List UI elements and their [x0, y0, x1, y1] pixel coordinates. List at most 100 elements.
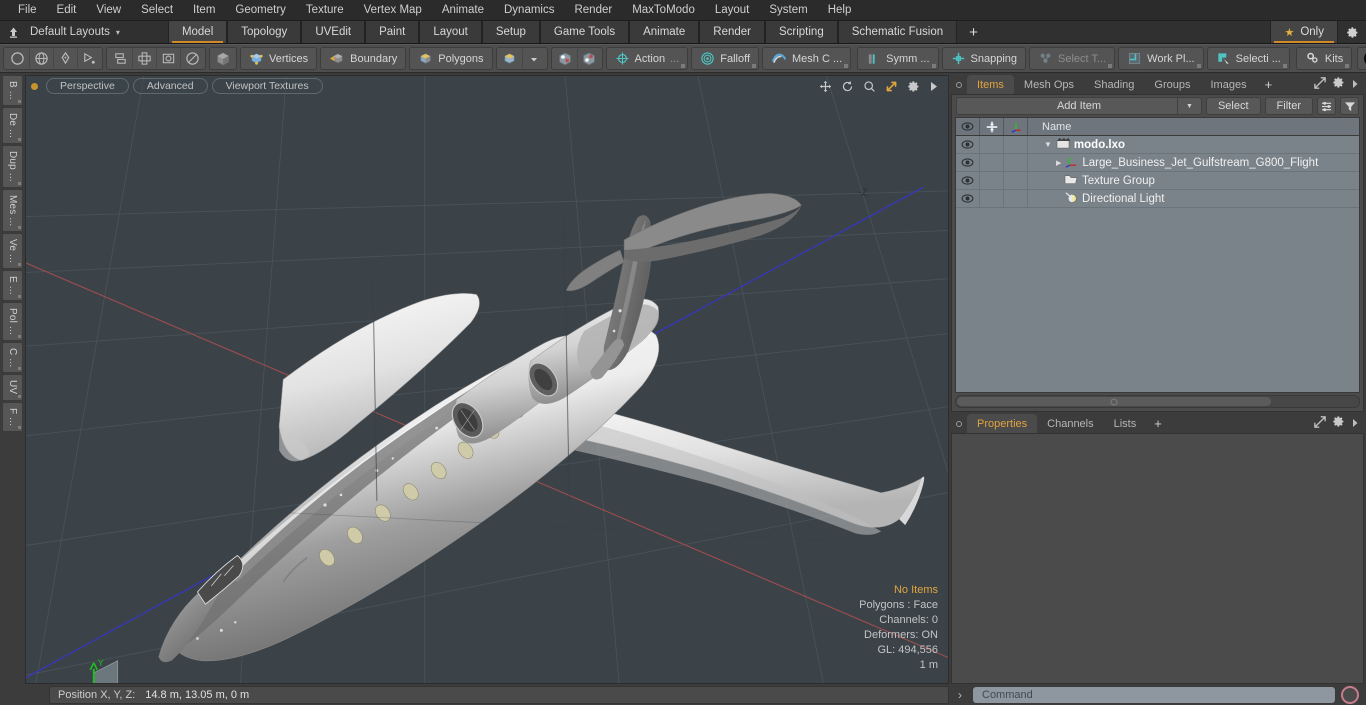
command-input[interactable]: Command: [972, 686, 1336, 704]
circle-icon[interactable]: [5, 48, 29, 69]
modo-logo-icon[interactable]: [1359, 48, 1366, 69]
menu-item-file[interactable]: File: [8, 0, 47, 21]
rotate-icon[interactable]: [841, 80, 854, 93]
layout-tab-uvedit[interactable]: UVEdit: [301, 21, 366, 43]
add-properties-tab-button[interactable]: +: [1146, 414, 1170, 433]
tree-expander-icon[interactable]: ▼: [1044, 140, 1052, 149]
layout-tab-render[interactable]: Render: [699, 21, 765, 43]
work-plane-button[interactable]: Work Pl...: [1118, 47, 1204, 70]
row-name-cell[interactable]: Directional Light: [1028, 190, 1359, 207]
table-row[interactable]: Texture Group: [956, 172, 1359, 190]
row-visibility-toggle[interactable]: [956, 136, 980, 153]
viewport-menu-dot[interactable]: [31, 82, 38, 90]
tab-shading[interactable]: Shading: [1084, 75, 1144, 94]
action-center-button[interactable]: Action ...: [605, 47, 689, 70]
add-layout-tab-button[interactable]: +: [957, 21, 990, 43]
row-lock-cell[interactable]: [980, 172, 1004, 189]
frame-icon[interactable]: [156, 48, 180, 69]
row-visibility-toggle[interactable]: [956, 190, 980, 207]
layout-tab-model[interactable]: Model: [167, 21, 228, 43]
column-header-lock[interactable]: [980, 118, 1004, 135]
vertical-tab-duplicate[interactable]: Dup ...: [2, 144, 23, 188]
layout-tab-animate[interactable]: Animate: [629, 21, 700, 43]
menu-item-animate[interactable]: Animate: [432, 0, 494, 21]
scrollbar-thumb[interactable]: [957, 397, 1272, 406]
radial-icon[interactable]: [180, 48, 204, 69]
chevron-right-icon[interactable]: [1351, 76, 1359, 94]
gear-icon[interactable]: [1338, 21, 1366, 43]
column-header-axis[interactable]: [1004, 118, 1028, 135]
table-row[interactable]: ▼ modo.lxo: [956, 136, 1359, 154]
tab-properties[interactable]: Properties: [967, 414, 1038, 433]
funnel-icon[interactable]: [1340, 97, 1359, 115]
chevron-right-icon[interactable]: [1351, 415, 1359, 433]
globe-icon[interactable]: [29, 48, 53, 69]
fit-icon[interactable]: [885, 80, 898, 93]
expand-icon[interactable]: [1314, 76, 1326, 94]
row-lock-cell[interactable]: [980, 154, 1004, 171]
vertical-tab-basic[interactable]: B ...: [2, 75, 23, 106]
mesh-constraint-button[interactable]: Mesh C ...: [762, 47, 852, 70]
cube-icon[interactable]: [211, 48, 235, 69]
row-visibility-toggle[interactable]: [956, 154, 980, 171]
viewport-shading-advanced[interactable]: Advanced: [132, 78, 208, 94]
menu-item-select[interactable]: Select: [131, 0, 183, 21]
tab-lists[interactable]: Lists: [1104, 414, 1147, 433]
default-layouts-dropdown[interactable]: Default Layouts ▾: [26, 21, 130, 43]
menu-item-system[interactable]: System: [759, 0, 817, 21]
3d-viewport[interactable]: -Z Y Perspective Advanced Viewport Textu…: [25, 75, 949, 684]
vertical-tab-mesh-edit[interactable]: Mes ...: [2, 188, 23, 233]
menu-item-maxtomodo[interactable]: MaxToModo: [622, 0, 705, 21]
only-toggle-button[interactable]: ★ Only: [1270, 21, 1338, 43]
viewport-mode-perspective[interactable]: Perspective: [46, 78, 129, 94]
play-icon[interactable]: [929, 81, 939, 92]
vertical-tab-deform[interactable]: De ...: [2, 106, 23, 144]
chevron-down-icon[interactable]: [521, 48, 546, 69]
table-row[interactable]: Directional Light: [956, 190, 1359, 208]
symmetry-button[interactable]: Symm ...: [857, 47, 939, 70]
vertical-tab-polygon[interactable]: Pol ...: [2, 301, 23, 341]
expand-icon[interactable]: [1314, 415, 1326, 433]
vertical-tab-fusion[interactable]: F ...: [2, 401, 23, 432]
add-panel-tab-button[interactable]: +: [1257, 75, 1281, 94]
table-row[interactable]: ▶ Large_Business_Jet_Gulfstream_G800_Fli…: [956, 154, 1359, 172]
kits-button[interactable]: Kits: [1295, 47, 1353, 70]
snap-b-icon[interactable]: [576, 48, 601, 69]
menu-item-vertex-map[interactable]: Vertex Map: [354, 0, 432, 21]
layout-tab-schematic-fusion[interactable]: Schematic Fusion: [837, 21, 958, 43]
select-through-button[interactable]: Select T...: [1029, 47, 1116, 70]
tab-channels[interactable]: Channels: [1037, 414, 1103, 433]
layout-tab-topology[interactable]: Topology: [227, 21, 302, 43]
curve-icon[interactable]: [77, 48, 101, 69]
properties-panel-body[interactable]: [951, 433, 1364, 684]
pan-icon[interactable]: [819, 80, 832, 93]
viewport-textures-toggle[interactable]: Viewport Textures: [211, 78, 323, 94]
row-axis-cell[interactable]: [1004, 154, 1028, 171]
row-lock-cell[interactable]: [980, 136, 1004, 153]
menu-item-layout[interactable]: Layout: [705, 0, 760, 21]
vertical-tab-uv[interactable]: UV: [2, 374, 23, 401]
row-axis-cell[interactable]: [1004, 190, 1028, 207]
menu-item-view[interactable]: View: [86, 0, 131, 21]
selection-mode-boundary[interactable]: Boundary: [320, 47, 407, 70]
row-axis-cell[interactable]: [1004, 136, 1028, 153]
filter-button[interactable]: Filter: [1264, 97, 1313, 115]
falloff-button[interactable]: Falloff: [691, 47, 760, 70]
selection-sets-button[interactable]: Selecti ...: [1206, 47, 1290, 70]
row-lock-cell[interactable]: [980, 190, 1004, 207]
menu-item-render[interactable]: Render: [564, 0, 622, 21]
vertical-tab-curve[interactable]: C ...: [2, 341, 23, 374]
items-tree-rows[interactable]: ▼ modo.lxo ▶ Large_Business_Jet_Gulfstre…: [956, 136, 1359, 392]
home-icon[interactable]: [0, 21, 26, 43]
align-icon[interactable]: [108, 48, 132, 69]
row-name-cell[interactable]: ▼ modo.lxo: [1028, 136, 1359, 153]
gear-icon[interactable]: [1332, 415, 1345, 433]
items-horizontal-scrollbar[interactable]: [955, 395, 1360, 408]
tab-images[interactable]: Images: [1201, 75, 1257, 94]
layout-tab-scripting[interactable]: Scripting: [764, 21, 838, 43]
vertical-tab-vertex[interactable]: Ve ...: [2, 233, 23, 270]
tab-mesh-ops[interactable]: Mesh Ops: [1014, 75, 1084, 94]
add-item-button[interactable]: Add Item ▼: [956, 97, 1202, 115]
row-name-cell[interactable]: ▶ Large_Business_Jet_Gulfstream_G800_Fli…: [1028, 154, 1359, 171]
selection-mode-polygons[interactable]: Polygons: [409, 47, 493, 70]
